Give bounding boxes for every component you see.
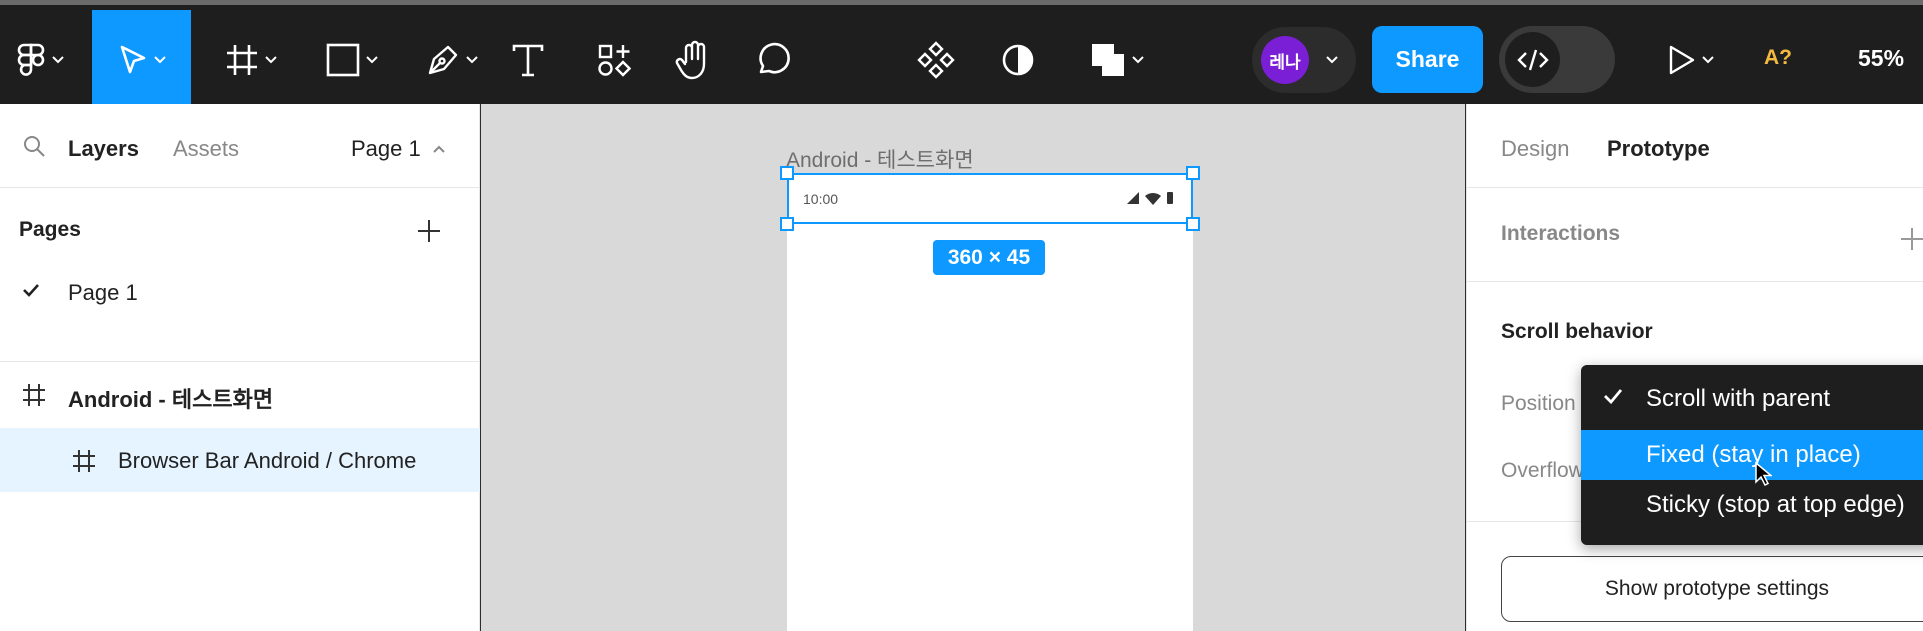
zoom-level[interactable]: 55% <box>1858 45 1904 72</box>
text-tool-button[interactable] <box>508 10 548 109</box>
boolean-button[interactable] <box>1082 10 1152 109</box>
resize-handle-bl[interactable] <box>780 217 794 231</box>
page-item-label: Page 1 <box>68 280 138 305</box>
comment-icon <box>759 42 790 73</box>
dev-mode-toggle[interactable] <box>1499 26 1615 93</box>
chevron-down-icon <box>153 55 166 63</box>
pages-title: Pages <box>19 218 81 241</box>
menu-item-fixed[interactable]: Fixed (stay in place) <box>1581 430 1923 480</box>
menu-item-scroll-with-parent[interactable]: Scroll with parent <box>1581 374 1923 424</box>
frame-tool-icon <box>227 44 257 75</box>
chevron-down-icon <box>1702 55 1714 63</box>
code-icon <box>1516 49 1549 70</box>
text-tool-icon <box>512 44 544 76</box>
menu-item-label: Scroll with parent <box>1646 385 1831 412</box>
boolean-icon <box>1092 43 1124 76</box>
frame-icon <box>73 450 95 472</box>
pen-tool-icon <box>428 45 458 74</box>
check-icon <box>23 284 39 297</box>
comment-tool-button[interactable] <box>752 10 796 109</box>
page-selector[interactable]: Page 1 <box>351 136 445 162</box>
component-icon <box>917 40 955 79</box>
resize-handle-tl[interactable] <box>780 166 794 180</box>
components-button[interactable] <box>916 10 956 109</box>
left-panel-header: Layers Assets Page 1 <box>0 104 480 188</box>
tab-layers[interactable]: Layers <box>68 136 139 162</box>
frame-name-label[interactable]: Android - 테스트화면 <box>786 144 974 174</box>
left-panel: Layers Assets Page 1 Pages Page 1 Androi… <box>0 104 480 631</box>
page-item[interactable]: Page 1 <box>0 258 480 326</box>
figma-app: 레나 Share A? 55% Layers Assets Page 1 Pag… <box>0 0 1923 631</box>
show-prototype-settings-button[interactable]: Show prototype settings <box>1501 556 1923 622</box>
tab-design[interactable]: Design <box>1501 136 1569 162</box>
chevron-down-icon <box>52 55 64 63</box>
frame-icon <box>23 384 45 406</box>
main-menu-button[interactable] <box>6 10 74 109</box>
chevron-up-icon <box>433 145 445 153</box>
add-interaction-icon[interactable] <box>1899 226 1923 252</box>
contrast-button[interactable] <box>998 10 1038 109</box>
avatar[interactable]: 레나 <box>1261 36 1309 84</box>
frame-tool-button[interactable] <box>212 10 290 109</box>
layer-label: Browser Bar Android / Chrome <box>118 448 417 473</box>
size-badge: 360 × 45 <box>933 240 1045 275</box>
contrast-icon <box>1002 44 1034 75</box>
shape-tool-button[interactable] <box>312 10 392 109</box>
layer-row-android-frame[interactable]: Android - 테스트화면 <box>0 362 480 426</box>
present-button[interactable] <box>1660 10 1722 109</box>
move-tool-button[interactable] <box>92 10 191 109</box>
resources-icon <box>598 44 631 77</box>
tab-assets[interactable]: Assets <box>173 136 239 162</box>
mouse-cursor-icon <box>1755 461 1772 487</box>
hand-tool-button[interactable] <box>672 10 716 109</box>
chevron-down-icon <box>466 55 478 63</box>
layer-row-browser-bar[interactable]: Browser Bar Android / Chrome <box>0 428 480 492</box>
chevron-down-icon <box>265 55 277 63</box>
interactions-section: Interactions <box>1467 188 1923 282</box>
menu-item-label: Sticky (stop at top edge) <box>1646 491 1905 518</box>
figma-menu-icon <box>17 43 45 76</box>
move-tool-icon <box>120 45 145 73</box>
toolbar: 레나 Share A? 55% <box>0 0 1923 109</box>
position-dropdown-menu: Scroll with parent Fixed (stay in place)… <box>1581 365 1923 545</box>
resize-handle-br[interactable] <box>1186 217 1200 231</box>
chevron-down-icon <box>1132 55 1144 63</box>
play-icon <box>1669 45 1695 74</box>
check-icon <box>1604 389 1623 404</box>
resources-button[interactable] <box>594 10 634 109</box>
browser-bar-selected[interactable]: 10:00 <box>787 173 1193 224</box>
scroll-behavior-title: Scroll behavior <box>1501 320 1653 343</box>
status-time: 10:00 <box>803 191 839 207</box>
pen-tool-button[interactable] <box>412 10 492 109</box>
interactions-title: Interactions <box>1501 222 1621 245</box>
share-button[interactable]: Share <box>1372 26 1483 93</box>
status-icons <box>1127 192 1173 205</box>
canvas[interactable]: Android - 테스트화면 10:00 360 × 45 <box>481 104 1465 631</box>
tab-prototype[interactable]: Prototype <box>1607 136 1710 162</box>
resize-handle-tr[interactable] <box>1186 166 1200 180</box>
ai-actions-button[interactable]: A? <box>1764 46 1792 70</box>
rectangle-tool-icon <box>326 43 360 76</box>
multiplayer-avatars[interactable]: 레나 <box>1252 27 1356 93</box>
layer-label: Android - 테스트화면 <box>68 387 274 412</box>
chevron-down-icon <box>1326 56 1338 64</box>
hand-tool-icon <box>675 40 706 79</box>
overflow-label: Overflow <box>1501 459 1584 482</box>
page-selector-label: Page 1 <box>351 136 421 161</box>
chevron-down-icon <box>366 55 378 63</box>
dev-mode-knob <box>1505 32 1560 87</box>
search-icon[interactable] <box>22 134 46 158</box>
add-page-icon[interactable] <box>416 218 442 244</box>
right-panel-tabs: Design Prototype <box>1467 104 1923 188</box>
menu-item-sticky[interactable]: Sticky (stop at top edge) <box>1581 480 1923 530</box>
position-label: Position <box>1501 392 1576 415</box>
